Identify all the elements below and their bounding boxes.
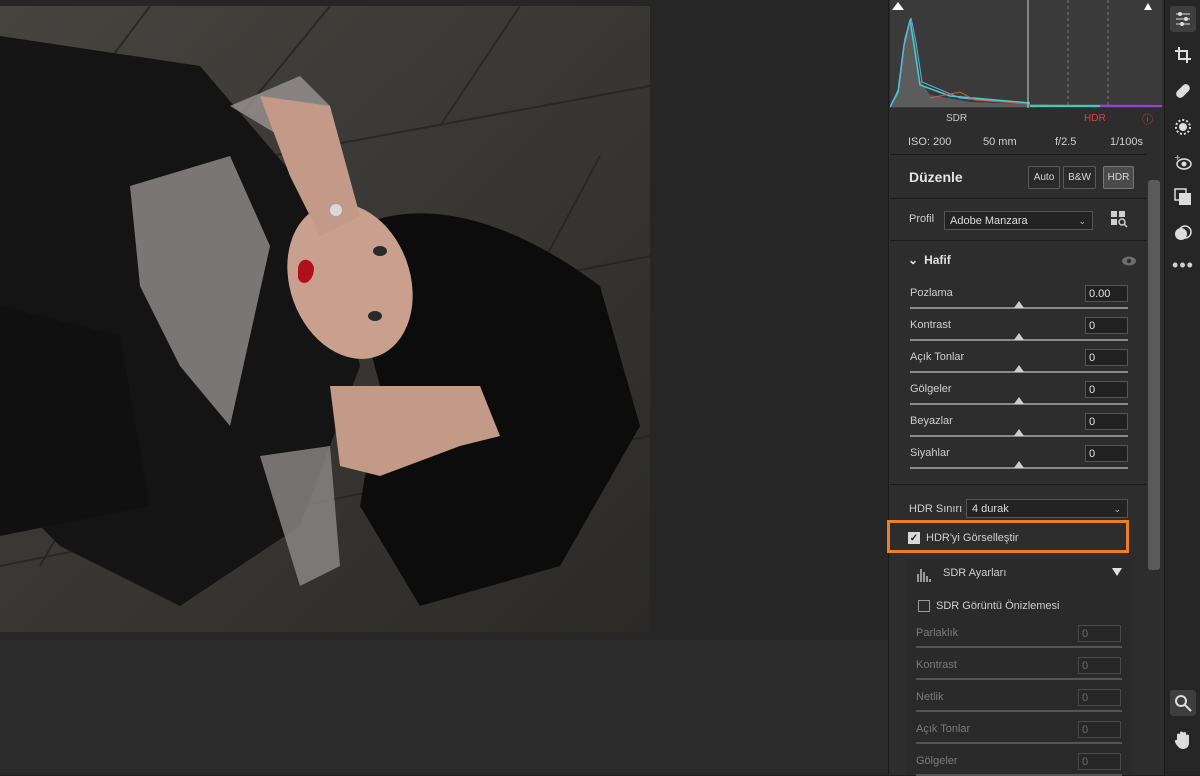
sdr-preview-checkbox[interactable] — [918, 600, 930, 612]
more-icon[interactable]: ••• — [1170, 252, 1196, 278]
light-section-header[interactable]: ⌄ Hafif — [908, 253, 951, 267]
exif-aperture: f/2.5 — [1055, 136, 1077, 148]
slider-value-input[interactable]: 0 — [1085, 349, 1128, 366]
slider-thumb[interactable] — [1014, 365, 1024, 372]
sdr-slider-label: Açık Tonlar — [916, 723, 971, 735]
slider-value-input[interactable]: 0 — [1085, 445, 1128, 462]
profile-label: Profil — [909, 213, 935, 225]
slider-label: Siyahlar — [910, 447, 950, 459]
collapse-triangle-icon[interactable] — [1112, 568, 1122, 576]
slider-value-input[interactable]: 0 — [1085, 317, 1128, 334]
histogram-sdr-label: SDR — [946, 113, 968, 124]
slider-thumb[interactable] — [1014, 397, 1024, 404]
sdr-slider-value-input[interactable]: 0 — [1078, 625, 1121, 642]
photo-preview[interactable] — [0, 6, 650, 632]
crop-icon[interactable] — [1170, 42, 1196, 68]
profile-select[interactable]: Adobe Manzara ⌄ — [944, 211, 1093, 230]
sdr-slider-label: Gölgeler — [916, 755, 958, 767]
divider — [890, 154, 1146, 155]
exif-focal-length: 50 mm — [983, 136, 1017, 148]
snapshots-icon[interactable] — [1170, 184, 1196, 210]
svg-text:+: + — [1174, 154, 1181, 162]
histogram-graph — [889, 0, 1162, 108]
slider-thumb[interactable] — [1014, 301, 1024, 308]
hdr-button[interactable]: HDR — [1103, 166, 1134, 189]
slider-thumb[interactable] — [1014, 461, 1024, 468]
auto-button[interactable]: Auto — [1028, 166, 1060, 189]
visualize-hdr-label: HDR'yi Görselleştir — [926, 532, 1019, 544]
slider-label: Açık Tonlar — [910, 351, 965, 363]
sdr-slider-value-input[interactable]: 0 — [1078, 753, 1121, 770]
chevron-down-icon: ⌄ — [1078, 216, 1086, 226]
mask-icon[interactable] — [1170, 114, 1196, 140]
sdr-slider-track[interactable] — [916, 646, 1122, 648]
histogram-hdr-label: HDR — [1084, 113, 1106, 124]
sdr-slider-value-input[interactable]: 0 — [1078, 721, 1121, 738]
sdr-slider-track[interactable] — [916, 742, 1122, 744]
bw-button[interactable]: B&W — [1063, 166, 1096, 189]
light-section-title: Hafif — [924, 253, 951, 267]
eye-icon[interactable] — [1121, 254, 1137, 266]
hand-icon[interactable] — [1170, 727, 1196, 753]
divider — [890, 240, 1146, 241]
hdr-limit-label: HDR Sınırı — [909, 503, 963, 515]
histogram — [889, 0, 1162, 108]
sdr-histogram-icon — [916, 566, 934, 582]
sdr-slider-track[interactable] — [916, 678, 1122, 680]
portrait-image — [0, 6, 650, 632]
sdr-slider-label: Kontrast — [916, 659, 957, 671]
sdr-slider-track[interactable] — [916, 710, 1122, 712]
hdr-limit-value: 4 durak — [972, 503, 1009, 515]
hdr-limit-select[interactable]: 4 durak ⌄ — [966, 499, 1128, 518]
profile-browser-icon[interactable] — [1110, 210, 1128, 228]
filmstrip-area — [0, 640, 888, 775]
exif-iso: ISO: 200 — [908, 136, 952, 148]
sdr-settings-title: SDR Ayarları — [943, 567, 1007, 579]
slider-thumb[interactable] — [1014, 429, 1024, 436]
profile-select-value: Adobe Manzara — [950, 215, 1028, 227]
red-eye-icon[interactable]: + — [1170, 150, 1196, 176]
panel-scrollbar[interactable] — [1148, 180, 1160, 570]
slider-value-input[interactable]: 0.00 — [1085, 285, 1128, 302]
sdr-preview-label: SDR Görüntü Önizlemesi — [936, 600, 1060, 612]
chevron-down-icon: ⌄ — [1113, 504, 1121, 514]
edit-sliders-icon[interactable] — [1170, 6, 1196, 32]
exif-shutter: 1/100s — [1110, 136, 1144, 148]
sdr-slider-value-input[interactable]: 0 — [1078, 657, 1121, 674]
sdr-slider-label: Netlik — [916, 691, 944, 703]
hdr-warning-icon[interactable]: ⓘ — [1142, 111, 1153, 127]
slider-label: Gölgeler — [910, 383, 952, 395]
sdr-slider-value-input[interactable]: 0 — [1078, 689, 1121, 706]
zoom-icon[interactable] — [1170, 690, 1196, 716]
slider-value-input[interactable]: 0 — [1085, 413, 1128, 430]
slider-thumb[interactable] — [1014, 333, 1024, 340]
visualize-hdr-checkbox[interactable]: ✓ — [908, 532, 920, 544]
sdr-slider-label: Parlaklık — [916, 627, 959, 639]
presets-icon[interactable] — [1170, 220, 1196, 246]
healing-icon[interactable] — [1170, 78, 1196, 104]
slider-label: Beyazlar — [910, 415, 953, 427]
divider — [890, 198, 1146, 199]
slider-label: Pozlama — [910, 287, 953, 299]
divider — [890, 484, 1146, 485]
slider-label: Kontrast — [910, 319, 951, 331]
edit-title: Düzenle — [909, 169, 963, 185]
slider-value-input[interactable]: 0 — [1085, 381, 1128, 398]
chevron-down-icon: ⌄ — [908, 253, 919, 267]
